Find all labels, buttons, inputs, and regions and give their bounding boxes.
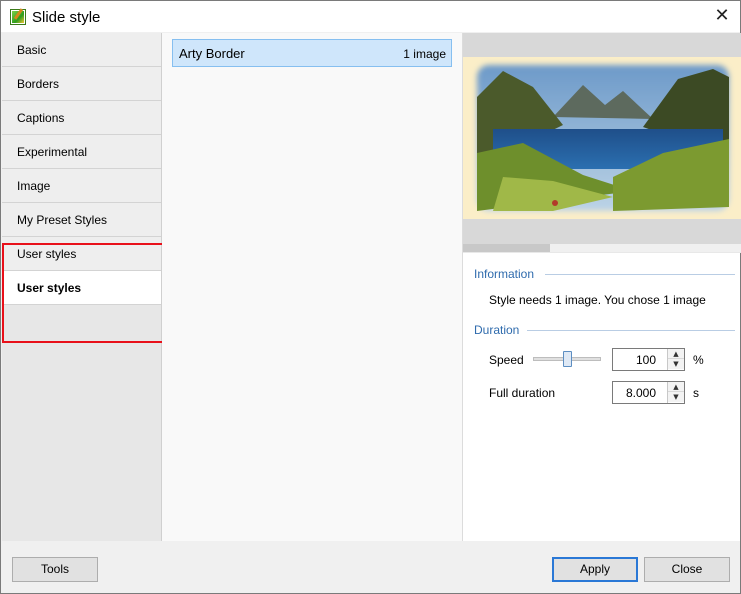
speed-input[interactable]: 100 ▲ ▼ (612, 348, 685, 371)
preview-scroll-thumb[interactable] (463, 244, 550, 252)
style-name: Arty Border (179, 46, 245, 61)
sidebar-item-user-styles-selected[interactable]: User styles (2, 271, 161, 305)
full-duration-spinner[interactable]: ▲ ▼ (667, 382, 684, 403)
sidebar-item-user-styles[interactable]: User styles (2, 237, 161, 271)
full-duration-label: Full duration (489, 386, 556, 400)
style-preview-image (463, 57, 741, 219)
dialog-button-bar: Tools Apply Close (1, 541, 740, 593)
speed-unit: % (693, 353, 704, 367)
information-divider (545, 274, 735, 275)
style-list: Arty Border 1 image (162, 33, 462, 541)
speed-slider-thumb[interactable] (562, 351, 572, 367)
sidebar-item-image[interactable]: Image (2, 169, 161, 203)
full-duration-unit: s (693, 386, 699, 400)
style-list-item[interactable]: Arty Border 1 image (172, 39, 452, 67)
speed-value: 100 (635, 353, 656, 367)
sidebar-item-basic[interactable]: Basic (2, 33, 161, 67)
close-button[interactable]: Close (644, 557, 730, 582)
slide-style-dialog: Slide style ✕ Basic Borders Captions Exp… (0, 0, 741, 594)
sidebar-item-experimental[interactable]: Experimental (2, 135, 161, 169)
spin-up-icon[interactable]: ▲ (668, 382, 684, 392)
title-bar: Slide style ✕ (1, 1, 740, 32)
window-title: Slide style (32, 9, 101, 26)
duration-heading: Duration (474, 323, 520, 337)
information-heading: Information (474, 267, 535, 281)
information-text: Style needs 1 image. You chose 1 image (489, 293, 706, 307)
spin-down-icon[interactable]: ▼ (668, 392, 684, 402)
spin-up-icon[interactable]: ▲ (668, 349, 684, 359)
preview-divider (463, 252, 741, 253)
speed-label: Speed (489, 353, 524, 367)
app-icon (10, 8, 26, 25)
style-image-count: 1 image (403, 47, 446, 61)
duration-divider (527, 330, 735, 331)
landscape-preview (463, 57, 741, 219)
sidebar-item-captions[interactable]: Captions (2, 101, 161, 135)
style-details-panel: Information Style needs 1 image. You cho… (462, 33, 741, 541)
tools-button[interactable]: Tools (12, 557, 98, 582)
spin-down-icon[interactable]: ▼ (668, 359, 684, 369)
speed-spinner[interactable]: ▲ ▼ (667, 349, 684, 370)
full-duration-input[interactable]: 8.000 ▲ ▼ (612, 381, 685, 404)
close-icon[interactable]: ✕ (713, 7, 731, 25)
preview-scrollbar[interactable] (463, 244, 741, 252)
full-duration-value: 8.000 (625, 386, 656, 400)
sidebar-item-my-preset-styles[interactable]: My Preset Styles (2, 203, 161, 237)
preview-area (463, 33, 741, 252)
sidebar-item-borders[interactable]: Borders (2, 67, 161, 101)
apply-button[interactable]: Apply (552, 557, 638, 582)
category-sidebar: Basic Borders Captions Experimental Imag… (2, 33, 162, 541)
